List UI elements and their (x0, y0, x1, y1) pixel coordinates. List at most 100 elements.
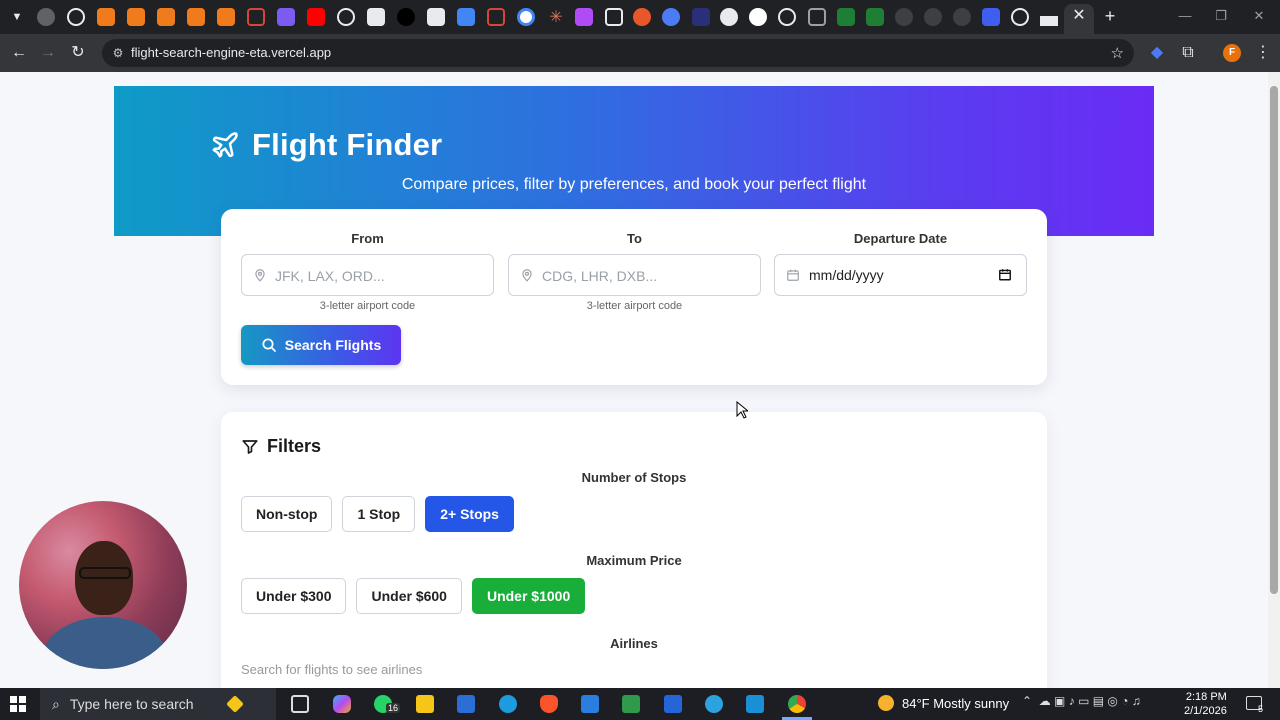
mail-icon[interactable] (581, 695, 599, 713)
app-tab-icon[interactable] (157, 8, 175, 26)
stops-two-plus-button[interactable]: 2+ Stops (425, 496, 514, 532)
gmail-tab-icon[interactable] (247, 8, 265, 26)
app-tab-icon[interactable] (953, 8, 971, 26)
app-tab-icon[interactable] (720, 8, 738, 26)
to-input-box[interactable] (508, 254, 761, 296)
gfg-tab-icon[interactable] (837, 8, 855, 26)
app-tab-icon[interactable] (427, 8, 445, 26)
webstorm-icon[interactable] (664, 695, 682, 713)
taskbar-search-placeholder: Type here to search (69, 696, 194, 712)
claude-tab-icon[interactable]: ✳ (547, 8, 565, 26)
minimize-icon[interactable]: — (1170, 6, 1200, 26)
app-icon[interactable] (746, 695, 764, 713)
menu-kebab-icon[interactable]: ⋮ (1252, 42, 1274, 64)
date-input[interactable]: mm/dd/yyyy (809, 267, 884, 283)
openai-tab-icon[interactable] (337, 8, 355, 26)
price-300-button[interactable]: Under $300 (241, 578, 347, 614)
app-tab-icon[interactable] (633, 8, 651, 26)
new-tab-icon[interactable]: + (1100, 6, 1120, 26)
app-icon[interactable] (622, 695, 640, 713)
stops-one-button[interactable]: 1 Stop (342, 496, 416, 532)
brave-icon[interactable] (540, 695, 558, 713)
extensions-puzzle-icon[interactable]: ⧉ (1177, 42, 1199, 64)
app-tab-icon[interactable] (808, 8, 826, 26)
from-label: From (351, 231, 384, 246)
address-bar[interactable]: ⚙ flight-search-engine-eta.vercel.app ☆ (102, 39, 1134, 67)
app-tab-icon[interactable] (367, 8, 385, 26)
docs-tab-icon[interactable] (457, 8, 475, 26)
system-tray-icons[interactable]: ⌃ ☁ ▣ ♪ ▭ ▤ ◎ ◔ ♫ (1022, 694, 1141, 708)
filters-heading: Filters (241, 436, 321, 457)
github-tab-icon[interactable] (778, 8, 796, 26)
gmail-tab-icon[interactable] (487, 8, 505, 26)
windows-taskbar: ⌕ Type here to search 16 84°F Mostly sun… (0, 688, 1280, 720)
url-text[interactable]: flight-search-engine-eta.vercel.app (131, 45, 331, 60)
copilot-app-icon[interactable] (333, 695, 351, 713)
profile-avatar[interactable]: F (1223, 44, 1241, 62)
scrollbar-thumb[interactable] (1270, 86, 1278, 594)
youtube-tab-icon[interactable] (307, 8, 325, 26)
bookmark-star-icon[interactable]: ☆ (1111, 44, 1124, 62)
tab-close-icon[interactable]: ✕ (1070, 7, 1088, 25)
webcam-glasses (79, 567, 131, 579)
search-button-label: Search Flights (284, 337, 382, 353)
telegram-icon[interactable] (705, 695, 723, 713)
github-tab-icon[interactable] (1011, 8, 1029, 26)
app-tab-icon[interactable] (605, 8, 623, 26)
app-tab-icon[interactable] (127, 8, 145, 26)
to-input[interactable] (542, 265, 742, 287)
app-tab-icon[interactable] (217, 8, 235, 26)
stops-nonstop-button[interactable]: Non-stop (241, 496, 333, 532)
notification-count: 5 (1258, 704, 1264, 714)
airlines-label: Airlines (610, 636, 658, 651)
weather-widget[interactable]: 84°F Mostly sunny (878, 695, 1009, 711)
github-tab-icon[interactable] (67, 8, 85, 26)
app-tab-icon[interactable] (924, 8, 942, 26)
google-tab-icon[interactable] (517, 8, 535, 26)
reload-icon[interactable]: ↻ (67, 42, 89, 64)
taskbar-clock[interactable]: 2:18 PM 2/1/2026 (1184, 690, 1227, 718)
app-tab-icon[interactable] (662, 8, 680, 26)
app-tab-icon[interactable] (1040, 8, 1058, 26)
webcam-shirt (43, 617, 167, 669)
to-hint: 3-letter airport code (586, 300, 683, 312)
date-picker-icon[interactable] (998, 267, 1012, 282)
store-icon[interactable] (457, 695, 475, 713)
edge-icon[interactable] (499, 695, 517, 713)
date-label: Departure Date (853, 231, 948, 246)
chrome-tab-icon[interactable] (37, 8, 55, 26)
weather-text: 84°F Mostly sunny (902, 695, 1010, 711)
search-flights-button[interactable]: Search Flights (241, 325, 401, 365)
location-pin-icon (255, 269, 265, 282)
code-tab-icon[interactable] (277, 8, 295, 26)
app-tab-icon[interactable] (692, 8, 710, 26)
app-tab-icon[interactable] (575, 8, 593, 26)
maximize-icon[interactable]: ❐ (1206, 6, 1236, 26)
window-close-icon[interactable]: ✕ (1244, 6, 1274, 26)
app-tab-icon[interactable] (895, 8, 913, 26)
site-info-icon[interactable]: ⚙ (110, 45, 126, 61)
app-tab-icon[interactable] (397, 8, 415, 26)
app-tab-icon[interactable] (749, 8, 767, 26)
from-input-box[interactable] (241, 254, 494, 296)
date-field: Departure Date mm/dd/yyyy (774, 231, 1027, 296)
date-input-box[interactable]: mm/dd/yyyy (774, 254, 1027, 296)
plane-icon (212, 132, 238, 158)
app-tab-icon[interactable] (982, 8, 1000, 26)
extension-icon[interactable]: ◆ (1146, 42, 1168, 64)
stops-chip-row: Non-stop 1 Stop 2+ Stops (241, 496, 524, 532)
app-tab-icon[interactable] (97, 8, 115, 26)
gfg-tab-icon[interactable] (866, 8, 884, 26)
from-input[interactable] (275, 265, 475, 287)
chrome-icon[interactable] (788, 695, 806, 713)
tab-search-chevron-icon[interactable]: ▼ (6, 6, 28, 28)
back-icon[interactable]: ← (8, 42, 30, 64)
app-tab-icon[interactable] (187, 8, 205, 26)
price-600-button[interactable]: Under $600 (356, 578, 462, 614)
file-explorer-icon[interactable] (416, 695, 434, 713)
task-view-icon[interactable] (291, 695, 309, 713)
forward-icon[interactable]: → (37, 42, 59, 64)
price-1000-button[interactable]: Under $1000 (471, 578, 586, 614)
mouse-cursor-icon (736, 401, 748, 419)
windows-start-icon[interactable] (10, 696, 26, 712)
